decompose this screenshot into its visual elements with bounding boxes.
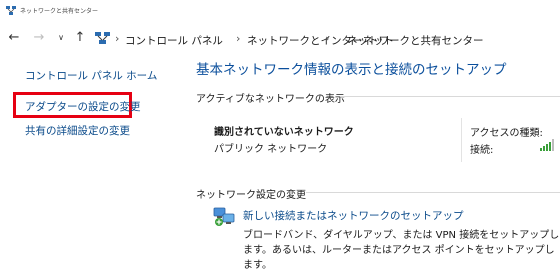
page-title: 基本ネットワーク情報の表示と接続のセットアップ <box>196 62 507 78</box>
breadcrumb-sharing-center[interactable]: ネットワークと共有センター <box>347 33 484 48</box>
section-divider <box>306 192 560 193</box>
breadcrumb-control-panel[interactable]: コントロール パネル <box>125 33 223 48</box>
network-type: パブリック ネットワーク <box>214 144 328 155</box>
section-divider <box>340 96 560 97</box>
network-settings-heading: ネットワーク設定の変更 <box>196 190 306 201</box>
sidebar-home-link[interactable]: コントロール パネル ホーム <box>25 68 157 83</box>
change-adapter-settings-link[interactable]: アダプターの設定の変更 <box>25 99 141 114</box>
forward-icon[interactable]: → <box>31 30 47 46</box>
access-type-label: アクセスの種類: <box>470 128 543 139</box>
breadcrumb-separator: › <box>115 32 120 45</box>
chevron-down-icon[interactable]: ∨ <box>53 30 69 46</box>
title-bar: ネットワークと共有センター <box>0 0 560 24</box>
new-connection-icon[interactable] <box>213 205 235 227</box>
back-icon[interactable]: ← <box>6 30 22 46</box>
breadcrumb-separator: › <box>325 32 330 45</box>
setup-new-connection-link[interactable]: 新しい接続またはネットワークのセットアップ <box>243 208 464 223</box>
setup-description: ブロードバンド、ダイヤルアップ、または VPN 接続をセットアップします。あるい… <box>243 230 560 271</box>
control-panel-network-icon <box>95 32 110 44</box>
network-name: 識別されていないネットワーク <box>214 127 354 138</box>
window-title: ネットワークと共有センター <box>20 8 99 15</box>
connection-label: 接続: <box>470 145 494 156</box>
advanced-sharing-settings-link[interactable]: 共有の詳細設定の変更 <box>25 123 130 138</box>
signal-strength-icon[interactable] <box>540 139 554 151</box>
network-center-icon <box>6 6 16 15</box>
column-divider <box>461 118 462 162</box>
active-networks-heading: アクティブなネットワークの表示 <box>196 94 345 105</box>
breadcrumb-separator: › <box>236 32 241 45</box>
up-arrow-icon[interactable]: ↑ <box>72 30 88 46</box>
